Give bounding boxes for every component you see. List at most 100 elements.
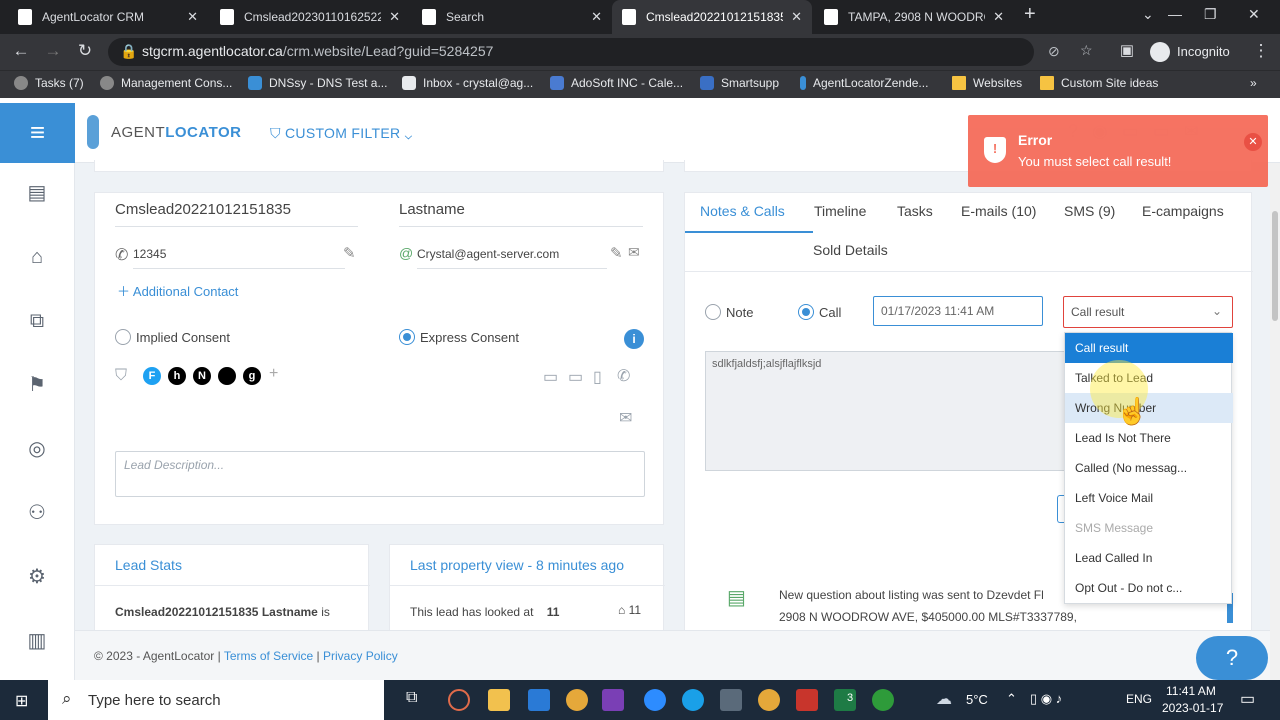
- windows-start-icon[interactable]: ⊞: [15, 691, 33, 710]
- help-button[interactable]: ?: [1196, 636, 1268, 680]
- express-consent-radio[interactable]: Express Consent: [399, 329, 519, 345]
- browser-tab-2[interactable]: Cmslead20230110162522 ✕: [210, 0, 410, 34]
- close-icon[interactable]: ✕: [389, 9, 400, 25]
- call-result-option[interactable]: Lead Called In: [1065, 543, 1233, 573]
- terms-link[interactable]: Terms of Service: [224, 649, 313, 663]
- close-icon[interactable]: ✕: [591, 9, 602, 25]
- chevron-down-icon[interactable]: ⌄: [1142, 6, 1154, 23]
- tab-ecampaigns[interactable]: E-campaigns: [1142, 203, 1224, 219]
- note-text-area[interactable]: sdlkfjaldsfj;alsjflajflksjd: [705, 351, 1065, 471]
- mail-icon[interactable]: ✉: [628, 244, 640, 261]
- browser-tab-4-active[interactable]: Cmslead20221012151835 ✕: [612, 0, 812, 34]
- custom-filter-button[interactable]: ⛉ CUSTOM FILTER ⌄: [270, 125, 412, 142]
- logo[interactable]: AGENT LOCATOR: [87, 115, 241, 149]
- compass-icon[interactable]: ◎: [24, 436, 50, 462]
- xbox-icon[interactable]: [872, 689, 894, 711]
- bookmark-websites[interactable]: Websites: [952, 76, 1022, 90]
- first-name-field[interactable]: Cmslead20221012151835: [115, 201, 358, 227]
- tab-emails[interactable]: E-mails (10): [961, 203, 1036, 219]
- browser-tab-3[interactable]: Search ✕: [412, 0, 612, 34]
- tray-chevron-icon[interactable]: ⌃: [1006, 691, 1017, 707]
- more-icon[interactable]: ⋮: [1250, 41, 1272, 61]
- call-radio[interactable]: Call: [798, 304, 841, 320]
- notification-icon[interactable]: ▭: [1240, 689, 1255, 709]
- profile-label[interactable]: Incognito: [1177, 44, 1230, 59]
- window-close-button[interactable]: ✕: [1248, 6, 1260, 23]
- edit-icon[interactable]: ✎: [343, 244, 356, 262]
- close-icon[interactable]: ✕: [993, 9, 1004, 25]
- calendar-icon[interactable]: ▭: [543, 367, 558, 387]
- tab-tasks[interactable]: Tasks: [897, 203, 933, 219]
- ringcentral-icon[interactable]: [796, 689, 818, 711]
- g-icon[interactable]: g: [243, 367, 261, 385]
- facebook-icon[interactable]: F: [143, 367, 161, 385]
- calculator-icon[interactable]: [720, 689, 742, 711]
- call-result-option[interactable]: Left Voice Mail: [1065, 483, 1233, 513]
- minimize-button[interactable]: —: [1168, 6, 1182, 22]
- scrollbar-thumb[interactable]: [1272, 211, 1278, 321]
- browser-tab-5[interactable]: TAMPA, 2908 N WOODROW✕: [814, 0, 1014, 34]
- bookmark-smartsupp[interactable]: Smartsupp: [700, 76, 779, 90]
- phone-field[interactable]: 12345: [133, 247, 345, 269]
- chat-icon[interactable]: ▭: [568, 367, 583, 387]
- hamburger-menu-button[interactable]: ≡: [0, 103, 75, 163]
- bookmark-zendesk[interactable]: AgentLocatorZende...: [800, 76, 928, 90]
- tab-notes-calls[interactable]: Notes & Calls: [700, 203, 785, 219]
- dark-circle-icon[interactable]: [218, 367, 236, 385]
- call-result-option[interactable]: Called (No messag...: [1065, 453, 1233, 483]
- chrome-icon[interactable]: [758, 689, 780, 711]
- chart-icon[interactable]: ▥: [24, 628, 50, 654]
- houzz-icon[interactable]: h: [168, 367, 186, 385]
- close-icon[interactable]: ✕: [1244, 133, 1262, 151]
- pages-icon[interactable]: ⧉: [24, 308, 50, 334]
- bookmark-inbox[interactable]: Inbox - crystal@ag...: [402, 76, 533, 90]
- close-icon[interactable]: ✕: [187, 9, 198, 25]
- info-icon[interactable]: i: [624, 329, 644, 349]
- implied-consent-radio[interactable]: Implied Consent: [115, 329, 230, 345]
- clock-time[interactable]: 11:41 AM: [1166, 684, 1216, 698]
- maximize-button[interactable]: ❐: [1204, 6, 1217, 23]
- last-name-field[interactable]: Lastname: [399, 201, 643, 227]
- privacy-link[interactable]: Privacy Policy: [323, 649, 398, 663]
- call-result-select[interactable]: Call result ⌄: [1063, 296, 1233, 328]
- call-result-option-hovered[interactable]: Wrong Number: [1065, 393, 1233, 423]
- browser-tab-1[interactable]: AgentLocator CRM ✕: [8, 0, 208, 34]
- call-datetime-input[interactable]: 01/17/2023 11:41 AM: [873, 296, 1043, 326]
- weather-text[interactable]: 5°C: [966, 692, 988, 707]
- taskbar-search-input[interactable]: ⌕ Type here to search: [48, 680, 384, 720]
- tab-timeline[interactable]: Timeline: [814, 203, 866, 219]
- home-icon[interactable]: ⌂: [24, 244, 50, 270]
- file-explorer-icon[interactable]: [488, 689, 510, 711]
- bookmark-tasks[interactable]: Tasks (7): [14, 76, 84, 90]
- scrollbar[interactable]: [1270, 163, 1280, 680]
- phone-icon[interactable]: ✆: [617, 366, 630, 386]
- email-field[interactable]: Crystal@agent-server.com: [417, 247, 607, 269]
- close-icon[interactable]: ✕: [791, 9, 802, 25]
- mail-icon[interactable]: [528, 689, 550, 711]
- star-icon[interactable]: ☆: [1080, 42, 1093, 59]
- onenote-icon[interactable]: [602, 689, 624, 711]
- more-bookmarks-icon[interactable]: »: [1250, 76, 1257, 90]
- url-input[interactable]: 🔒 stgcrm.agentlocator.ca/crm.website/Lea…: [108, 38, 1093, 66]
- bookmark-dnssy[interactable]: DNSsy - DNS Test a...: [248, 76, 387, 90]
- call-result-option[interactable]: Lead Is Not There: [1065, 423, 1233, 453]
- call-result-option[interactable]: Call result: [1065, 333, 1233, 363]
- clock-date[interactable]: 2023-01-17: [1162, 701, 1223, 715]
- document-icon[interactable]: ▤: [24, 180, 50, 206]
- chrome-icon[interactable]: [566, 689, 588, 711]
- lead-description-input[interactable]: Lead Description...: [115, 451, 645, 497]
- task-view-icon[interactable]: ⧉: [406, 689, 428, 711]
- user-icon[interactable]: ⚇: [24, 500, 50, 526]
- flag-icon[interactable]: ⚑: [24, 372, 50, 398]
- forward-button[interactable]: →: [42, 41, 64, 61]
- bookmark-adosoft[interactable]: AdoSoft INC - Cale...: [550, 76, 683, 90]
- zoom-icon[interactable]: [644, 689, 666, 711]
- call-result-option[interactable]: Opt Out - Do not c...: [1065, 573, 1233, 603]
- gear-icon[interactable]: ⚙: [24, 564, 50, 590]
- open-mail-icon[interactable]: ✉: [619, 408, 632, 428]
- language-indicator[interactable]: ENG: [1126, 692, 1152, 706]
- eye-off-icon[interactable]: ⊘: [1048, 43, 1060, 60]
- tab-sms[interactable]: SMS (9): [1064, 203, 1115, 219]
- back-button[interactable]: ←: [10, 41, 32, 61]
- skype-icon[interactable]: [682, 689, 704, 711]
